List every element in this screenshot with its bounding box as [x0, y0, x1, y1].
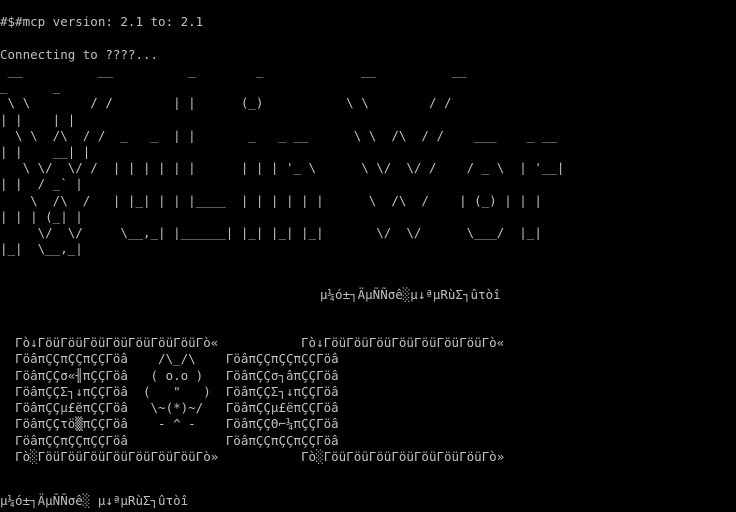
banner-line: \/ \/ \__,_| |______| |_| |_| |_| \/ \/ …	[0, 225, 542, 241]
banner-line: | | | (_| |	[0, 208, 83, 224]
terminal-window[interactable]: #$#mcp version: 2.1 to: 2.1 Connecting t…	[0, 0, 736, 512]
banner-line: _ _	[0, 79, 61, 95]
banner-line: \ \ /\ / / _ _ | | _ _ __ \ \ /\ / / ___…	[0, 127, 557, 143]
ascii-banner: __ __ _ _ __ __ _ _ \ \ / / | | (_) \ \ …	[0, 63, 564, 257]
mcp-version-line: #$#mcp version: 2.1 to: 2.1	[0, 14, 204, 29]
banner-line: __ __ _ _ __ __	[0, 63, 467, 78]
box-art-line: ΓöâπÇÇΣ┐↓πÇÇΓöâ ( " ) ΓöâπÇÇΣ┐↓πÇÇΓöâ	[0, 383, 339, 399]
garbled-message-bottom: µ¼ó±┐ÄµÑÑσê░ µ↓ªµRùΣ┐ûτòî	[0, 493, 189, 508]
box-art-line: ΓöâπÇÇπÇÇπÇÇΓöâ /\_/\ ΓöâπÇÇπÇÇπÇÇΓöâ	[0, 351, 339, 367]
banner-line: \ \ / / | | (_) \ \ / /	[0, 95, 452, 111]
banner-line: \ /\ / | |_| | | |____ | | | | | | \ /\ …	[0, 192, 542, 208]
banner-line: | | | |	[0, 111, 76, 127]
box-art-line: ΓöâπÇÇσ«╢πÇÇΓöâ ( o.o ) ΓöâπÇÇσ┐âπÇÇΓöâ	[0, 367, 339, 383]
box-art-line: ΓöâπÇÇτö▒πÇÇΓöâ - ^ - ΓöâπÇÇΘ⌐¼πÇÇΓöâ	[0, 416, 339, 432]
box-art-line: Γò░ΓöüΓöüΓöüΓöüΓöüΓöüΓöüΓò» Γò░ΓöüΓöüΓöü…	[0, 449, 505, 465]
box-art: Γò↓ΓöüΓöüΓöüΓöüΓöüΓöüΓöüΓò« Γò↓ΓöüΓöüΓöü…	[0, 335, 504, 465]
connecting-line: Connecting to ????...	[0, 47, 159, 62]
banner-line: |_| \__,_|	[0, 241, 83, 257]
garbled-message-centered: µ¼ó±┐ÄµÑÑσê░µ↓ªµRùΣ┐ûτòî	[320, 287, 501, 302]
box-art-line: ΓöâπÇÇπÇÇπÇÇΓöâ ΓöâπÇÇπÇÇπÇÇΓöâ	[0, 432, 339, 448]
banner-line: | | __| |	[0, 144, 91, 160]
banner-line: \ \/ \/ / | | | | | | | | | '_ \ \ \/ \/…	[0, 160, 565, 176]
box-art-line: ΓöâπÇÇµ£ëπÇÇΓöâ \~(*)~/ ΓöâπÇÇµ£ëπÇÇΓöâ	[0, 400, 339, 416]
banner-line: | | / _` |	[0, 176, 83, 192]
box-art-line: Γò↓ΓöüΓöüΓöüΓöüΓöüΓöüΓöüΓò« Γò↓ΓöüΓöüΓöü…	[0, 335, 505, 350]
